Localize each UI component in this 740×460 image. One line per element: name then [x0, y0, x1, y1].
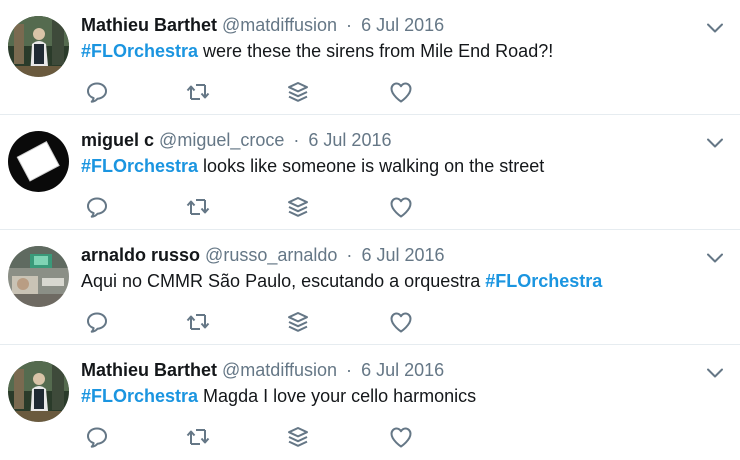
tweet-actions — [81, 78, 481, 106]
author-handle[interactable]: @matdiffusion — [222, 360, 337, 380]
tweet-text: #FLOrchestra looks like someone is walki… — [81, 154, 544, 178]
reply-icon[interactable] — [83, 308, 111, 336]
tweet-body: Magda I love your cello harmonics — [198, 386, 477, 406]
chevron-down-icon[interactable] — [703, 361, 727, 385]
tweet-actions — [81, 193, 481, 221]
hashtag-link[interactable]: #FLOrchestra — [81, 156, 198, 176]
tweet-header: arnaldo russo @russo_arnaldo · 6 Jul 201… — [81, 243, 445, 267]
heart-icon[interactable] — [387, 193, 415, 221]
chevron-down-icon[interactable] — [703, 131, 727, 155]
avatar-image — [8, 131, 69, 192]
separator: · — [346, 245, 353, 265]
author-handle[interactable]: @matdiffusion — [222, 15, 337, 35]
tweet-text: #FLOrchestra Magda I love your cello har… — [81, 384, 476, 408]
separator: · — [346, 15, 353, 35]
tweet-feed: Mathieu Barthet @matdiffusion · 6 Jul 20… — [0, 0, 740, 447]
avatar-image — [8, 16, 69, 77]
reply-icon[interactable] — [83, 193, 111, 221]
avatar[interactable] — [8, 246, 69, 307]
hashtag-link[interactable]: #FLOrchestra — [485, 271, 602, 291]
hashtag-link[interactable]: #FLOrchestra — [81, 386, 198, 406]
avatar-image — [8, 361, 69, 422]
tweet-date[interactable]: 6 Jul 2016 — [308, 130, 391, 150]
separator: · — [346, 360, 353, 380]
stack-icon[interactable] — [284, 193, 312, 221]
tweet-date[interactable]: 6 Jul 2016 — [361, 245, 444, 265]
chevron-down-icon[interactable] — [703, 16, 727, 40]
avatar-image — [8, 246, 69, 307]
tweet-text: Aqui no CMMR São Paulo, escutando a orqu… — [81, 269, 602, 293]
tweet-header: Mathieu Barthet @matdiffusion · 6 Jul 20… — [81, 358, 444, 382]
tweet-actions — [81, 308, 481, 336]
tweet-item[interactable]: miguel c @miguel_croce · 6 Jul 2016 #FLO… — [0, 115, 740, 230]
tweet-item[interactable]: arnaldo russo @russo_arnaldo · 6 Jul 201… — [0, 230, 740, 345]
reply-icon[interactable] — [83, 78, 111, 106]
retweet-icon[interactable] — [184, 308, 212, 336]
retweet-icon[interactable] — [184, 193, 212, 221]
separator: · — [293, 130, 300, 150]
retweet-icon[interactable] — [184, 78, 212, 106]
author-name[interactable]: Mathieu Barthet — [81, 15, 217, 35]
heart-icon[interactable] — [387, 78, 415, 106]
author-name[interactable]: Mathieu Barthet — [81, 360, 217, 380]
avatar[interactable] — [8, 131, 69, 192]
tweet-header: miguel c @miguel_croce · 6 Jul 2016 — [81, 128, 391, 152]
author-name[interactable]: arnaldo russo — [81, 245, 200, 265]
stack-icon[interactable] — [284, 308, 312, 336]
tweet-body: looks like someone is walking on the str… — [198, 156, 545, 176]
tweet-body: Aqui no CMMR São Paulo, escutando a orqu… — [81, 271, 486, 291]
tweet-date[interactable]: 6 Jul 2016 — [361, 15, 444, 35]
author-handle[interactable]: @russo_arnaldo — [205, 245, 337, 265]
heart-icon[interactable] — [387, 308, 415, 336]
tweet-body: were these the sirens from Mile End Road… — [198, 41, 554, 61]
tweet-header: Mathieu Barthet @matdiffusion · 6 Jul 20… — [81, 13, 444, 37]
tweet-date[interactable]: 6 Jul 2016 — [361, 360, 444, 380]
chevron-down-icon[interactable] — [703, 246, 727, 270]
author-handle[interactable]: @miguel_croce — [159, 130, 284, 150]
avatar[interactable] — [8, 16, 69, 77]
tweet-text: #FLOrchestra were these the sirens from … — [81, 39, 553, 63]
avatar[interactable] — [8, 361, 69, 422]
tweet-item[interactable]: Mathieu Barthet @matdiffusion · 6 Jul 20… — [0, 345, 740, 460]
tweet-item[interactable]: Mathieu Barthet @matdiffusion · 6 Jul 20… — [0, 0, 740, 115]
author-name[interactable]: miguel c — [81, 130, 154, 150]
stack-icon[interactable] — [284, 78, 312, 106]
hashtag-link[interactable]: #FLOrchestra — [81, 41, 198, 61]
